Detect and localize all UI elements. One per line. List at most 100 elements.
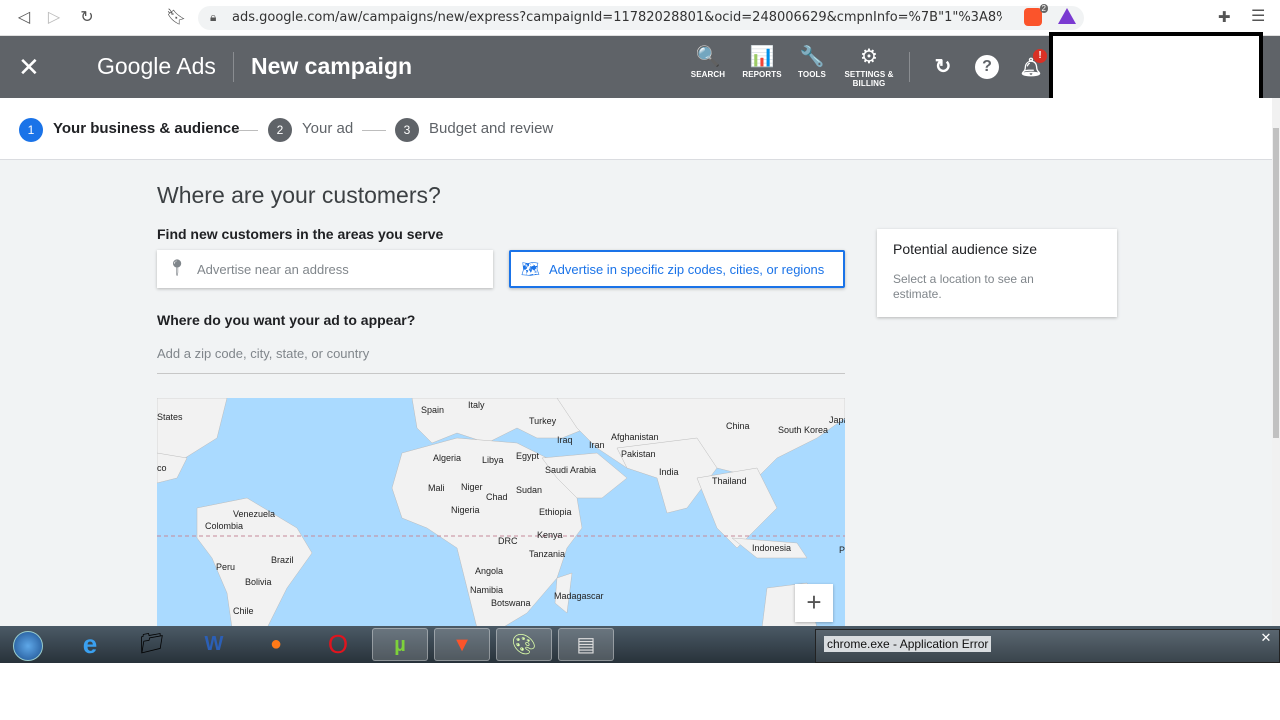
map-label: DRC [498,536,518,546]
map-label: States [157,412,183,422]
advertise-near-address-option[interactable]: 📍︎ Advertise near an address [157,250,493,288]
menu-icon[interactable]: ☰ [1251,6,1265,26]
location-input[interactable]: Add a zip code, city, state, or country [157,346,845,374]
brave-shields-icon[interactable]: 2 [1024,4,1048,26]
utorrent-icon[interactable]: µ [372,628,428,661]
tools-label: TOOLS [798,70,826,79]
campaign-stepper: 1 Your business & audience 2 Your ad 3 B… [0,98,1272,160]
map-label: Chile [233,606,254,616]
location-placeholder: Add a zip code, city, state, or country [157,346,370,361]
step-1-number: 1 [19,118,43,142]
find-customers-label: Find new customers in the areas you serv… [157,226,444,242]
paint-icon[interactable]: 🎨︎ [496,628,552,661]
advertise-regions-option[interactable]: 🗺︎ Advertise in specific zip codes, citi… [509,250,845,288]
step-2-label[interactable]: Your ad [302,120,353,137]
search-button[interactable]: 🔍 SEARCH [678,44,738,79]
wrench-icon: 🔧 [799,46,825,68]
section-heading: Where are your customers? [157,182,441,208]
audience-size-card: Potential audience size Select a locatio… [877,229,1117,317]
map-label: Indonesia [752,543,792,553]
settings-billing-button[interactable]: ⚙ SETTINGS & BILLING [839,44,899,88]
map-label: Madagascar [554,591,604,601]
tools-button[interactable]: 🔧 TOOLS [782,44,842,79]
map-label: Thailand [712,476,747,486]
header-divider [233,52,234,82]
page-scrollbar[interactable] [1272,98,1280,626]
address-bar[interactable]: 🔒︎ ads.google.com/aw/campaigns/new/expre… [198,6,1084,30]
lock-icon: 🔒︎ [210,10,217,24]
search-label: SEARCH [690,70,726,79]
reload-icon[interactable]: ↻ [77,8,97,28]
settings-billing-label: SETTINGS & BILLING [844,70,894,88]
map-label: Brazil [271,555,294,565]
file-explorer-icon[interactable]: 📁︎ [124,628,180,661]
step-1-label[interactable]: Your business & audience [53,120,239,137]
map-label: Iraq [557,435,573,445]
browser-toolbar: ◁ ▷ ↻ 🔖︎ 🔒︎ ads.google.com/aw/campaigns/… [0,0,1280,36]
map-label: Venezuela [233,509,276,519]
map-label: Afghanistan [611,432,659,442]
scrollbar-thumb[interactable] [1273,128,1279,438]
map-label: Saudi Arabia [545,465,597,475]
brave-taskbar-icon[interactable]: ▼ [434,628,490,661]
refresh-icon[interactable]: ↻ [931,55,955,79]
audience-card-subtitle: Select a location to see an estimate. [893,272,1034,301]
map-icon: 🗺︎ [521,261,541,278]
notifications-icon[interactable]: 🔔︎ ! [1019,49,1047,79]
step-2-number: 2 [268,118,292,142]
step-3-label[interactable]: Budget and review [429,120,553,137]
firefox-icon[interactable]: ● [248,628,304,661]
app-window-icon[interactable]: ▤ [558,628,614,661]
brand-logo: Google Ads [97,53,216,79]
map-label: Algeria [433,453,462,463]
notification-badge: ! [1033,49,1047,63]
opera-icon[interactable]: O [310,628,366,661]
map-label: Sudan [516,485,543,495]
back-icon[interactable]: ◁ [14,8,34,28]
url-text[interactable]: ads.google.com/aw/campaigns/new/express?… [232,10,1002,25]
map-label: Bolivia [245,577,272,587]
map-label: Niger [461,482,483,492]
advertise-regions-label: Advertise in specific zip codes, cities,… [549,262,825,277]
internet-explorer-icon[interactable]: e [62,628,118,661]
step-connector-1 [234,130,258,131]
close-icon[interactable]: ✕ [18,54,40,80]
map-label: Mali [428,483,445,493]
close-icon[interactable]: ✕ [1253,630,1279,646]
map-label: Kenya [537,530,563,540]
map-label: Angola [475,566,504,576]
help-icon[interactable]: ? [975,55,999,79]
extensions-icon[interactable]: ✚ [1218,8,1231,26]
map-label: Colombia [205,521,244,531]
error-title: chrome.exe - Application Error [824,636,992,652]
map-label: Namibia [470,585,504,595]
error-taskbar-preview[interactable]: chrome.exe - Application Error ✕ [815,629,1280,663]
map-label: co [157,463,167,473]
advertise-near-address-label: Advertise near an address [197,262,349,277]
main-content: Where are your customers? Find new custo… [0,160,1272,626]
map-label: Pakistan [621,449,656,459]
forward-icon[interactable]: ▷ [44,8,64,28]
map-label: India [659,467,679,477]
gear-icon: ⚙ [860,46,878,68]
location-map[interactable]: States Spain Italy Turkey Iraq Iran Afgh… [157,398,845,626]
map-label: Turkey [529,416,557,426]
map-label: China [726,421,750,431]
map-zoom-in-button[interactable]: + [795,584,833,622]
word-icon[interactable]: W [186,628,242,661]
step-3-number: 3 [395,118,419,142]
map-label: South Korea [778,425,829,435]
account-redaction-box [1049,32,1263,102]
map-label: Spain [421,405,445,415]
brave-rewards-icon[interactable] [1058,8,1076,24]
map-label: Japan [829,415,845,425]
bookmark-icon[interactable]: 🔖︎ [166,8,186,28]
search-icon: 🔍 [695,46,721,68]
start-button[interactable] [2,628,54,661]
step-connector-2 [362,130,386,131]
audience-card-title: Potential audience size [893,241,1037,257]
map-label: Egypt [516,451,540,461]
map-label: Peru [216,562,236,572]
windows-logo-icon [13,631,43,661]
header-divider-2 [909,52,910,82]
